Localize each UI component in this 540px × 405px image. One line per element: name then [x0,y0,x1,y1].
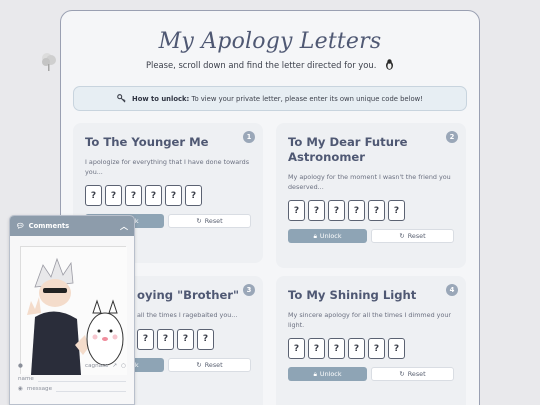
reset-button[interactable]: ↻ Reset [371,229,454,243]
reset-icon: ↻ [399,370,405,378]
code-input[interactable]: ? [85,185,102,206]
code-input[interactable]: ? [388,200,405,221]
code-input[interactable]: ? [388,338,405,359]
anime-characters-image [21,247,127,375]
reset-icon: ↻ [196,360,202,369]
code-input[interactable]: ? [105,185,122,206]
cotton-plant-icon [42,53,56,71]
unlock-button[interactable]: 🔒︎Unlock [288,229,368,243]
code-input[interactable]: ? [125,185,142,206]
name-field[interactable]: name [18,374,126,384]
code-input[interactable]: ? [348,200,365,221]
code-input[interactable]: ? [197,328,214,350]
code-input[interactable]: ? [328,338,345,359]
name-placeholder: name [18,376,34,382]
reset-label: Reset [204,360,223,369]
code-inputs: ? ? ? ? ? ? [85,185,251,206]
comments-widget: 💬︎ Comments ︿ ● cagnase ↗ ○ name ◉ messa… [9,215,135,405]
letter-title: To The Younger Me [85,135,209,149]
letter-title: To My Dear Future Astronomer [288,135,408,164]
code-input[interactable]: ? [348,338,365,359]
reset-label: Reset [407,232,426,240]
letter-card-2: 2 To My Dear Future Astronomer My apolog… [276,123,466,268]
chevron-up-icon[interactable]: ︿ [120,221,128,232]
code-input[interactable]: ? [288,338,305,359]
lock-icon: 🔒︎ [313,231,317,240]
message-placeholder: message [26,386,53,392]
message-field[interactable]: ◉ message [18,384,126,394]
comments-illustration [20,246,127,375]
code-input[interactable]: ? [177,328,194,350]
reset-label: Reset [407,370,426,378]
letter-number: 4 [446,284,458,296]
letter-description: I apologize for everything that I have d… [85,158,250,176]
circle-icon[interactable]: ○ [121,363,126,369]
chat-icon: 💬︎ [16,222,25,230]
letter-number: 2 [446,131,458,143]
code-input[interactable]: ? [185,185,202,206]
message-underline [56,386,126,392]
code-input[interactable]: ? [165,185,182,206]
code-input[interactable]: ? [308,338,325,359]
comments-toolbar: ● cagnase ↗ ○ [18,361,126,371]
code-input[interactable]: ? [368,200,385,221]
subtitle-text: Please, scroll down and find the letter … [145,60,377,70]
page-title: My Apology Letters [158,29,382,54]
unlock-hint-label: How to unlock: [132,94,190,103]
comments-header[interactable]: 💬︎ Comments ︿ [10,216,134,236]
code-input[interactable]: ? [308,200,325,221]
code-input[interactable]: ? [145,185,162,206]
unlock-label: Unlock [319,232,342,240]
unlock-hint-text: To view your private letter, please ente… [191,94,423,103]
reset-icon: ↻ [196,217,202,225]
code-input[interactable]: ? [368,338,385,359]
unlock-label: Unlock [319,370,342,378]
unlock-instructions: How to unlock: To view your private lett… [73,86,467,111]
reset-button[interactable]: ↻ Reset [371,367,454,381]
key-icon [117,94,126,103]
letter-card-4: 4 To My Shining Light My sincere apology… [276,276,466,405]
reset-label: Reset [204,217,223,225]
code-input[interactable]: ? [157,328,174,350]
reset-button[interactable]: ↻ Reset [168,357,251,372]
code-inputs: ? ? ? ? ? ? [288,338,454,359]
comments-title: Comments [28,222,70,230]
cooltag-label: cagnase [85,363,109,369]
code-input[interactable]: ? [137,328,154,350]
page-subtitle: Please, scroll down and find the letter … [61,59,479,70]
message-icon: ◉ [18,386,23,392]
lock-icon: 🔒︎ [313,369,317,378]
letter-description: My sincere apology for all the times I d… [288,311,452,329]
reset-button[interactable]: ↻ Reset [168,214,251,228]
external-link-icon[interactable]: ↗ [112,363,117,369]
reset-icon: ↻ [399,232,405,240]
letter-number: 1 [243,131,255,143]
user-icon: ● [18,363,23,369]
code-input[interactable]: ? [328,200,345,221]
penguin-icon [386,59,394,70]
letter-title: To My Shining Light [288,288,417,302]
letter-number: 3 [243,284,255,296]
unlock-button[interactable]: 🔒︎Unlock [288,367,368,381]
letter-description: My apology for the moment I wasn't the f… [288,173,451,191]
name-underline [37,376,126,382]
code-input[interactable]: ? [288,200,305,221]
code-inputs: ? ? ? ? ? ? [288,200,454,221]
